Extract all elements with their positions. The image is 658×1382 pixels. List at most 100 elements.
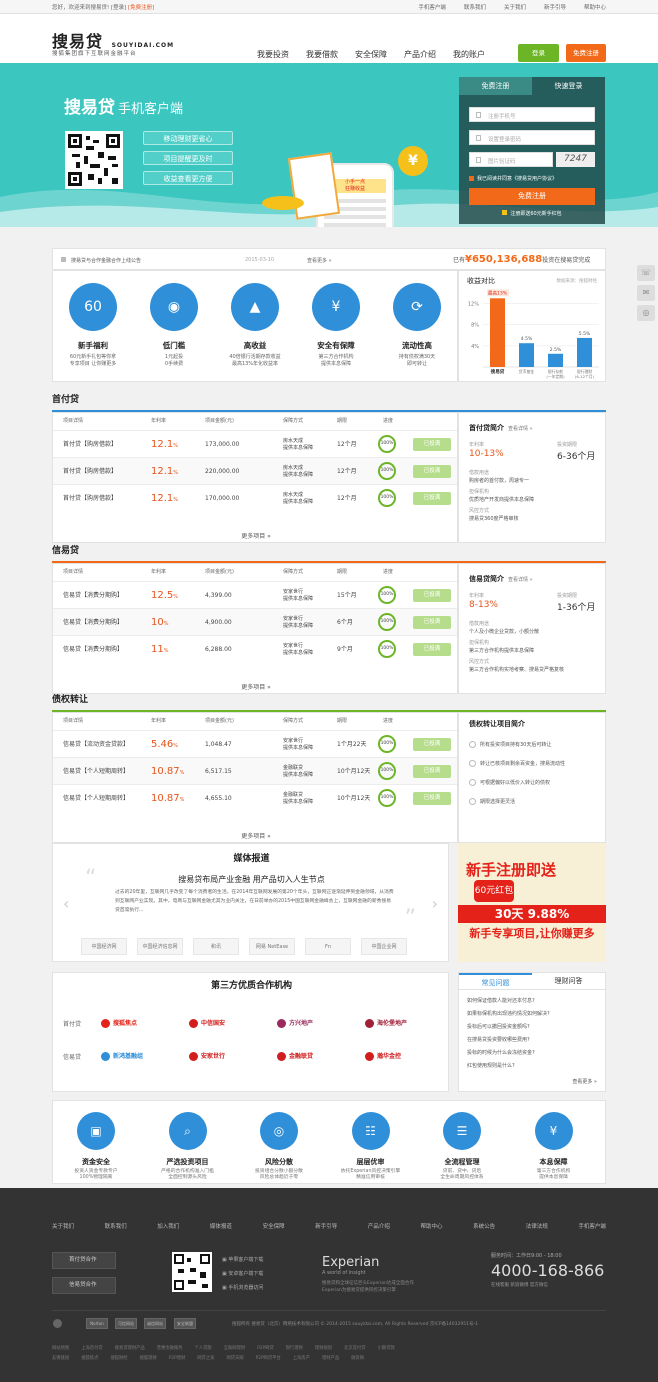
seo-link[interactable]: 普惠金融服务 xyxy=(157,1345,183,1351)
partner-logo[interactable]: 安家世行 xyxy=(189,1048,255,1065)
table-row[interactable]: 信易贷【消费分期购】 10% 4,900.00 安家世行 提供本息保障 6个月 100% 已… xyxy=(53,608,457,635)
faq-item[interactable]: 在搜易贷投资要收哪些费用? xyxy=(467,1036,530,1043)
agreement-link[interactable]: 《搜易贷用户协议》 xyxy=(512,176,557,182)
badge-norton[interactable]: Norton xyxy=(86,1318,108,1329)
top-register-link[interactable]: [免费注册] xyxy=(128,5,154,11)
seo-link[interactable]: 银行理财 xyxy=(286,1345,303,1351)
seo-link[interactable]: 网贷天眼 xyxy=(226,1355,243,1361)
seo-link[interactable]: 北京首付贷 xyxy=(344,1345,365,1351)
faq-item[interactable]: 如果标保机构出现违约情况如何解决? xyxy=(467,1010,550,1017)
faq-item[interactable]: 如何保证借款人能对还本付息? xyxy=(467,997,535,1004)
tab-qa[interactable]: 理财问答 xyxy=(532,973,605,989)
guarantee-item[interactable]: ⌕ 严选投资项目 严格的合作机构准入门槛 全面控制源头风险 xyxy=(143,1112,233,1181)
table-row[interactable]: 信易贷【个人短期周转】 10.87% 4,655.10 金融联贷 提供本息保障 10个月… xyxy=(53,784,457,811)
table-row[interactable]: 信易贷【消费分期购】 11% 6,288.00 安家世行 提供本息保障 9个月 100% 已… xyxy=(53,635,457,662)
footer-link[interactable]: 联系我们 xyxy=(105,1222,127,1230)
seo-link[interactable]: P2P网贷 xyxy=(257,1345,274,1351)
feature-security[interactable]: ¥ 安全有保障 第三方合作机构 提供本息保障 xyxy=(296,283,376,368)
checkbox-icon[interactable] xyxy=(469,176,474,181)
seo-link[interactable]: 融资网 xyxy=(351,1355,364,1361)
badge-credit[interactable]: 诚信网站 xyxy=(144,1318,166,1329)
phone-input[interactable]: 注册手机号 xyxy=(469,107,595,122)
table-row[interactable]: 首付贷【购房借款】 12.1% 220,000.00 房水天成 提供本息保障 12个月 1… xyxy=(53,457,457,484)
table-row[interactable]: 信易贷【流动资金贷款】 5.46% 1,048.47 安家世行 提供本息保障 1个月22… xyxy=(53,730,457,757)
footer-link[interactable]: 系统公告 xyxy=(473,1222,495,1230)
invest-button[interactable]: 已投满 xyxy=(413,589,451,602)
footer-link[interactable]: 帮助中心 xyxy=(420,1222,442,1230)
intro-more-link[interactable]: 查看详情 » xyxy=(508,577,533,583)
guarantee-item[interactable]: ◎ 风险分散 投资组合分散小额分散 风险总体趋近于零 xyxy=(234,1112,324,1181)
project-name[interactable]: 信易贷【消费分期购】 xyxy=(63,636,123,663)
register-button[interactable]: 免费注册 xyxy=(566,44,606,62)
seo-link[interactable]: 个人贷款 xyxy=(195,1345,212,1351)
footer-link[interactable]: 法律法规 xyxy=(526,1222,548,1230)
project-name[interactable]: 首付贷【购房借款】 xyxy=(63,458,117,485)
media-headline[interactable]: 搜易贷布局产业金融 用产品切入人生节点 xyxy=(53,874,450,885)
media-logo[interactable]: 中国经济信息网 xyxy=(137,938,183,955)
seo-link[interactable]: 搜狐财经 xyxy=(110,1355,127,1361)
faq-item[interactable]: 投标的时候为什么会冻结资金? xyxy=(467,1049,535,1056)
table-row[interactable]: 信易贷【消费分期购】 12.5% 4,399.00 安家世行 提供本息保障 15个月 10… xyxy=(53,581,457,608)
next-arrow-icon[interactable]: › xyxy=(432,894,438,913)
notice-text[interactable]: 搜易贷与合作金融合作上线公告 xyxy=(71,257,141,264)
download-ios[interactable]: ▣ 苹果客户端下载 xyxy=(222,1256,263,1263)
top-link-contact[interactable]: 联系我们 xyxy=(464,3,486,11)
more-projects-link[interactable]: 更多项目 » xyxy=(53,531,459,540)
media-logo[interactable]: 和讯 xyxy=(193,938,239,955)
top-link-help[interactable]: 帮助中心 xyxy=(584,3,606,11)
guarantee-item[interactable]: ☰ 全流程管理 贷前、贷中、贷后 全生命周期风控体系 xyxy=(417,1112,507,1181)
invest-button[interactable]: 已投满 xyxy=(413,765,451,778)
invest-button[interactable]: 已投满 xyxy=(413,492,451,505)
media-logo[interactable]: Fn xyxy=(305,938,351,955)
feature-newbie[interactable]: 60 新手福利 60元新手礼包等你拿 专享项目 让你赚更多 xyxy=(53,283,133,368)
media-logo[interactable]: 中国经济网 xyxy=(81,938,127,955)
footer-link[interactable]: 手机客户端 xyxy=(578,1222,606,1230)
project-name[interactable]: 信易贷【个人短期周转】 xyxy=(63,758,129,785)
intro-more-link[interactable]: 查看详情 » xyxy=(508,426,533,432)
seo-link[interactable]: 搜狐理财 xyxy=(140,1355,157,1361)
seo-link[interactable]: 网站地图 xyxy=(52,1345,69,1351)
footer-link[interactable]: 媒体报道 xyxy=(210,1222,232,1230)
partner-logo[interactable]: 海伦堡地产 xyxy=(365,1015,431,1032)
partner-logo[interactable]: 新鸿基融组 xyxy=(101,1048,167,1065)
footer-link[interactable]: 产品介绍 xyxy=(368,1222,390,1230)
faq-more-link[interactable]: 查看更多 » xyxy=(572,1078,597,1085)
feature-low-threshold[interactable]: ◉ 低门槛 1元起投 0手续费 xyxy=(134,283,214,368)
project-name[interactable]: 信易贷【消费分期购】 xyxy=(63,582,123,609)
table-row[interactable]: 信易贷【个人短期周转】 10.87% 6,517.15 金融联贷 提供本息保障 10个月… xyxy=(53,757,457,784)
footer-link[interactable]: 关于我们 xyxy=(52,1222,74,1230)
login-button[interactable]: 登录 xyxy=(518,44,559,62)
tab-quick-login[interactable]: 快速登录 xyxy=(532,77,605,95)
project-name[interactable]: 信易贷【个人短期周转】 xyxy=(63,785,129,812)
top-link-about[interactable]: 关于我们 xyxy=(504,3,526,11)
captcha-image[interactable]: 7247 xyxy=(556,152,595,167)
invest-button[interactable]: 已投满 xyxy=(413,616,451,629)
seo-link[interactable]: 搜狐焦点 xyxy=(81,1355,98,1361)
notice-more-link[interactable]: 查看更多 » xyxy=(307,257,332,264)
weibo-icon[interactable]: ◎ xyxy=(637,305,655,321)
project-name[interactable]: 首付贷【购房借款】 xyxy=(63,485,117,512)
partner-logo[interactable]: 搜狐焦点 xyxy=(101,1015,167,1032)
top-link-guide[interactable]: 新手引导 xyxy=(544,3,566,11)
wechat-icon[interactable]: ✉ xyxy=(637,285,655,301)
prev-arrow-icon[interactable]: ‹ xyxy=(63,894,69,913)
nav-products[interactable]: 产品介绍 xyxy=(404,49,436,60)
seo-link[interactable]: 友情链接 xyxy=(52,1355,69,1361)
partner-logo[interactable]: 方兴地产 xyxy=(277,1015,343,1032)
guarantee-item[interactable]: ¥ 本息保障 第三方合作机构 提供本息保障 xyxy=(509,1112,599,1181)
captcha-input[interactable]: 图片验证码 xyxy=(469,152,553,167)
seo-link[interactable]: 上海首付贷 xyxy=(81,1345,102,1351)
table-row[interactable]: 首付贷【购房借款】 12.1% 173,000.00 房水天成 提供本息保障 12个月 1… xyxy=(53,430,457,457)
more-projects-link[interactable]: 更多项目 » xyxy=(53,682,459,691)
follow-links[interactable]: 在线客服 新浪微博 官方微信 xyxy=(491,1282,548,1288)
project-name[interactable]: 信易贷【流动资金贷款】 xyxy=(63,731,129,758)
top-link-mobile[interactable]: 手机客户端 xyxy=(418,3,446,11)
media-logo[interactable]: 中国企业网 xyxy=(361,938,407,955)
footer-btn-xyd[interactable]: 信易贷合作 xyxy=(52,1277,116,1294)
nav-account[interactable]: 我的账户 xyxy=(453,49,485,60)
invest-button[interactable]: 已投满 xyxy=(413,792,451,805)
headset-icon[interactable]: ☏ xyxy=(637,265,655,281)
invest-button[interactable]: 已投满 xyxy=(413,438,451,451)
guarantee-item[interactable]: ☷ 层层优审 依托Experian风控决策引擎 精准信用审核 xyxy=(326,1112,416,1181)
download-mobile-web[interactable]: ▣ 手机浏览器访问 xyxy=(222,1284,263,1291)
